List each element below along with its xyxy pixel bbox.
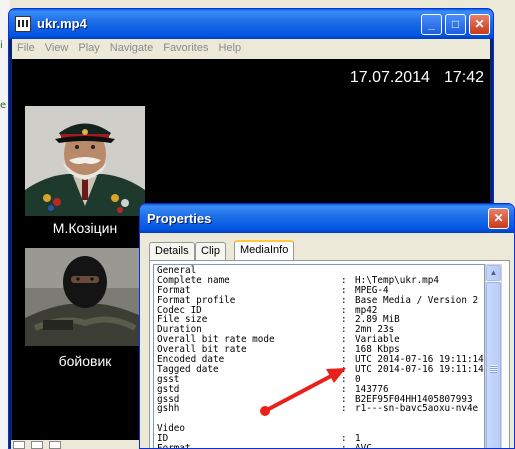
caption-fighter: бойовик: [58, 353, 112, 369]
portrait-officer: [25, 106, 145, 216]
stop-button[interactable]: [31, 441, 43, 449]
mediainfo-key: gsst: [157, 373, 180, 385]
player-titlebar[interactable]: ukr.mp4 _ □ ✕: [9, 9, 493, 39]
fighter-portrait-image: [25, 248, 145, 346]
dialog-close-button[interactable]: ✕: [488, 208, 509, 229]
officer-portrait-image: [25, 106, 145, 216]
mediainfo-row: Format profile: Base Media / Version 2: [157, 295, 484, 306]
dialog-title: Properties: [147, 211, 212, 226]
tab-mediainfo[interactable]: MediaInfo: [234, 240, 295, 261]
mediainfo-key: Video: [157, 423, 185, 435]
menu-navigate[interactable]: Navigate: [105, 39, 158, 57]
bg-text: i: [0, 40, 3, 51]
mediainfo-row: gshh: r1---sn-bavc5aoxu-nv4e: [157, 404, 484, 414]
tab-panel: General Complete name: H:\Temp\ukr.mp4 Form…: [149, 260, 510, 449]
scroll-thumb[interactable]: [486, 282, 501, 448]
mediainfo-key: Tagged date: [157, 363, 219, 375]
mediainfo-textbox[interactable]: General Complete name: H:\Temp\ukr.mp4 Form…: [153, 264, 485, 449]
maximize-button[interactable]: □: [445, 14, 466, 35]
menu-play[interactable]: Play: [73, 39, 104, 57]
window-title: ukr.mp4: [37, 16, 87, 31]
clapperboard-icon: [15, 16, 31, 32]
overlay-date: 17.07.2014: [349, 69, 430, 86]
mediainfo-key: gssd: [157, 393, 180, 405]
minimize-button[interactable]: _: [421, 14, 442, 35]
pause-button[interactable]: [49, 441, 61, 449]
mediainfo-lines: General Complete name: H:\Temp\ukr.mp4 Form…: [157, 266, 484, 449]
mediainfo-key: Format: [157, 443, 191, 449]
mediainfo-value: UTC 2014-07-16 19:11:14: [355, 363, 484, 375]
close-button[interactable]: ✕: [469, 14, 490, 35]
mediainfo-separator: :: [341, 403, 347, 415]
menu-help[interactable]: Help: [213, 39, 246, 57]
video-timestamp: 17.07.2014 17:42: [350, 69, 484, 87]
playback-controls: [11, 440, 139, 449]
menu-bar: File View Play Navigate Favorites Help: [12, 39, 490, 59]
caption-officer: М.Козіцин: [52, 220, 118, 236]
mediainfo-separator: :: [341, 443, 347, 449]
scroll-up-arrow-icon[interactable]: ▲: [486, 265, 501, 281]
mediainfo-row: Complete name: H:\Temp\ukr.mp4: [157, 275, 484, 286]
properties-dialog: Properties ✕ Details Clip MediaInfo Gene…: [139, 203, 515, 449]
mediainfo-key: gstd: [157, 383, 180, 395]
mediainfo-row: Tagged date: UTC 2014-07-16 19:11:14: [157, 363, 484, 375]
mediainfo-row: [157, 414, 484, 424]
bg-text: e: [0, 100, 7, 111]
mediainfo-row: File size:2.89 MiB: [157, 315, 484, 325]
mediainfo-row: gsst:0: [157, 373, 484, 385]
mediainfo-row: Video: [157, 424, 484, 434]
play-button[interactable]: [13, 441, 25, 449]
menu-file[interactable]: File: [12, 39, 40, 57]
mediainfo-row: ID:1: [157, 434, 484, 444]
mediainfo-key: gshh: [157, 403, 180, 415]
mediainfo-row: Format: AVC: [157, 443, 484, 449]
tab-clip[interactable]: Clip: [195, 242, 226, 260]
tab-details[interactable]: Details: [149, 242, 195, 260]
overlay-time: 17:42: [443, 69, 484, 86]
mediainfo-value: r1---sn-bavc5aoxu-nv4e: [355, 403, 479, 415]
portrait-fighter: [25, 248, 145, 346]
vertical-scrollbar[interactable]: ▲: [485, 264, 502, 448]
menu-favorites[interactable]: Favorites: [158, 39, 213, 57]
mediainfo-value: AVC: [355, 443, 372, 449]
menu-view[interactable]: View: [40, 39, 74, 57]
dialog-titlebar[interactable]: Properties ✕: [140, 204, 514, 233]
